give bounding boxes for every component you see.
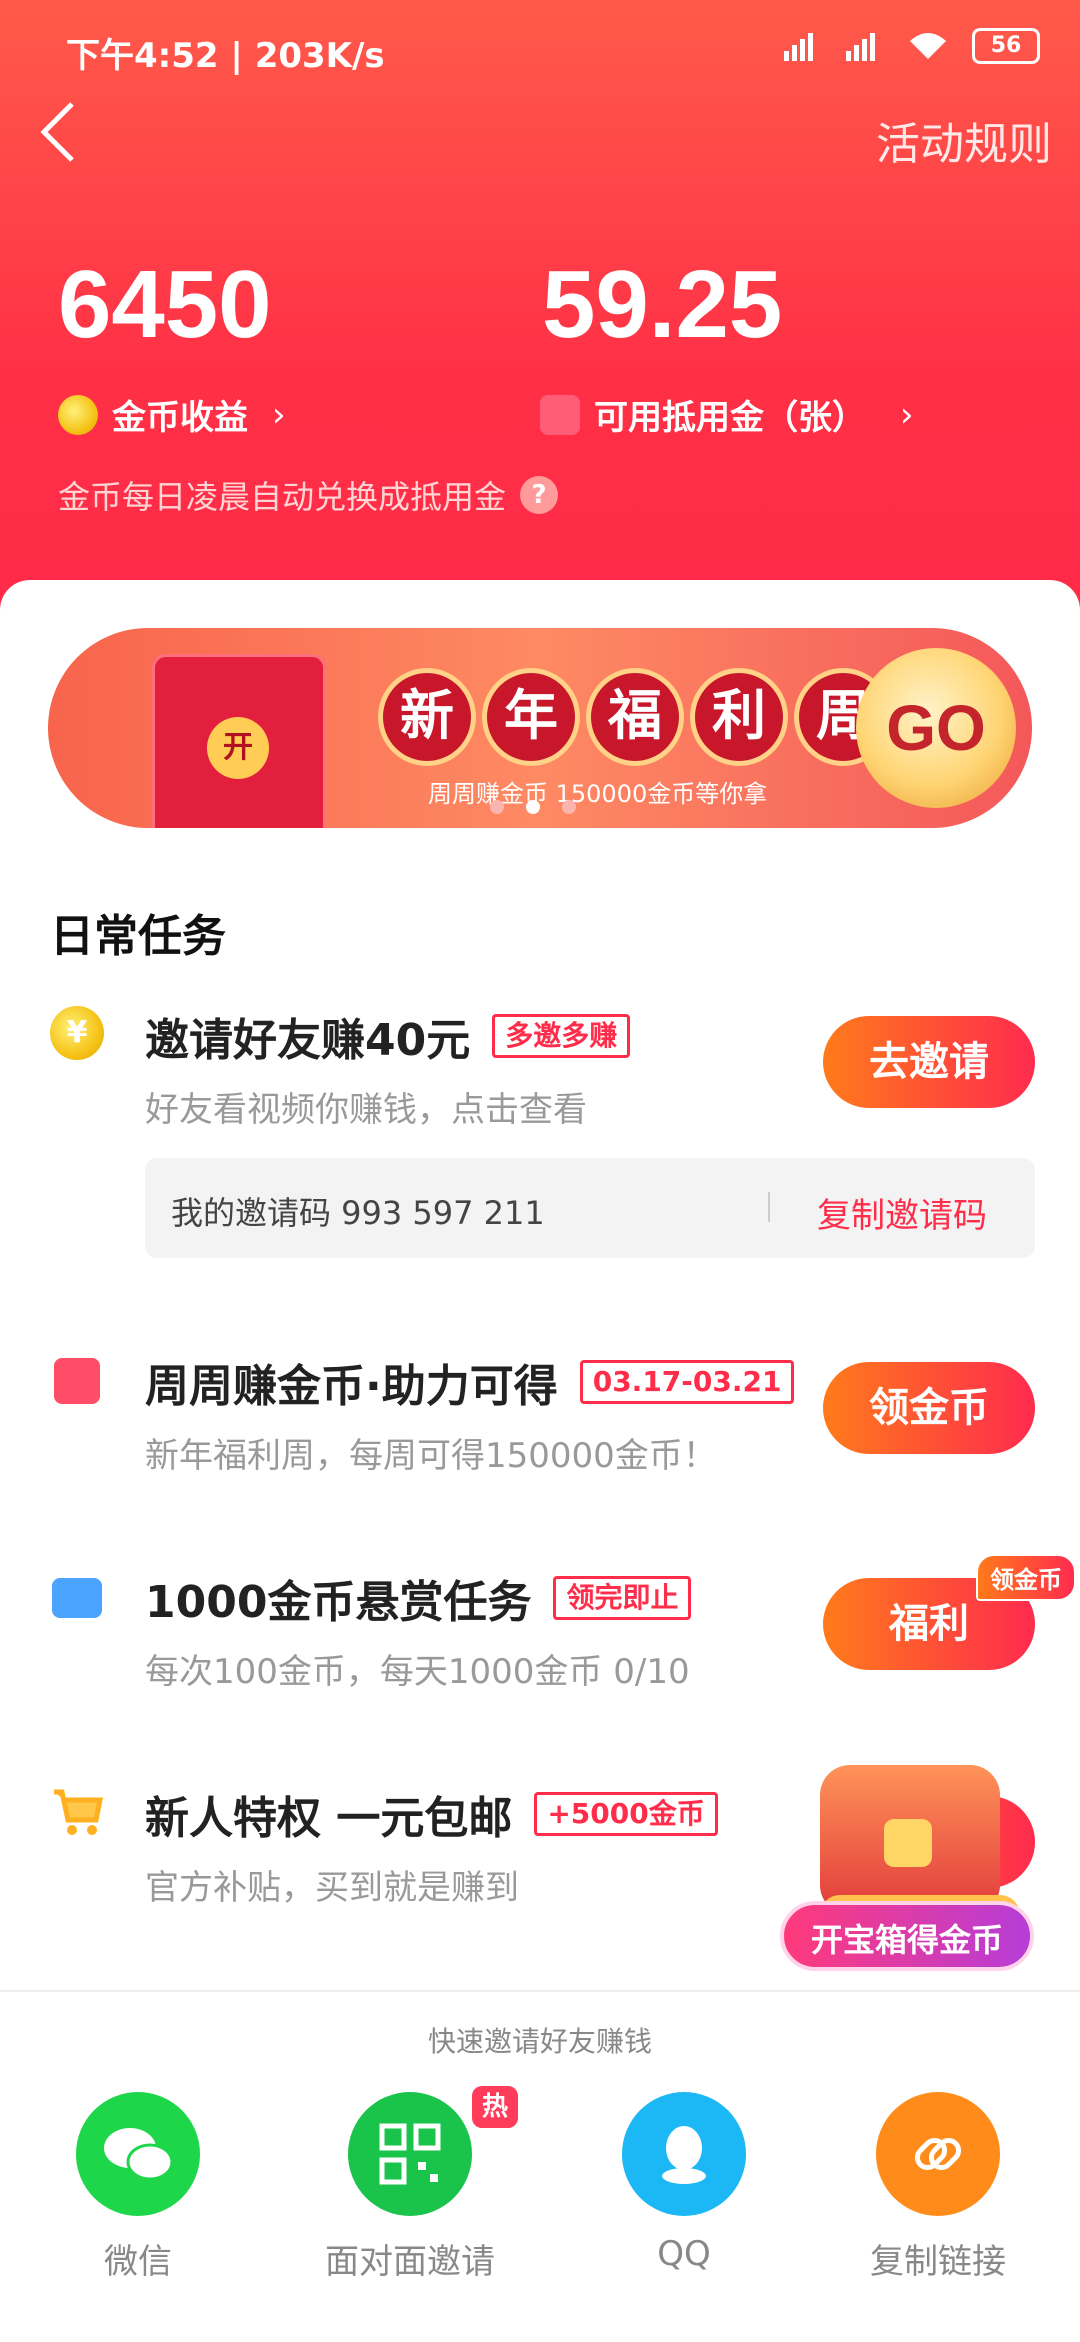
banner-char: 福 <box>586 668 684 766</box>
go-button[interactable]: GO <box>856 648 1016 808</box>
tv-icon <box>50 1568 104 1622</box>
claim-coins-button[interactable]: 领金币 <box>823 1362 1035 1454</box>
share-label: QQ <box>657 2234 711 2274</box>
share-label: 微信 <box>104 2242 172 2282</box>
share-wechat[interactable]: 微信 <box>38 2092 238 2283</box>
carousel-dot-active <box>526 800 540 814</box>
deduction-label: 可用抵用金（张） <box>594 398 866 438</box>
task-tag: 多邀多赚 <box>492 1014 631 1058</box>
share-qq[interactable]: QQ <box>584 2092 784 2274</box>
qr-code-icon: 热 <box>348 2086 518 2216</box>
banner-title: 新 年 福 利 周 <box>378 668 892 766</box>
status-time: 下午4:52 <box>66 36 219 76</box>
red-envelope-icon: 开 <box>152 654 326 828</box>
share-panel: 快速邀请好友赚钱 微信 热 面对面邀请 QQ 复制链接 <box>0 1990 1080 2342</box>
status-icons: 56 <box>782 28 1040 64</box>
task-title-text: 邀请好友赚40元 <box>145 1015 471 1066</box>
coin-yuan-icon: ¥ <box>50 1006 104 1060</box>
treasure-chest[interactable]: 开宝箱得金币 <box>780 1735 1040 1975</box>
status-speed: 203K/s <box>254 36 385 76</box>
task-subtitle[interactable]: 好友看视频你赚钱，点击查看 <box>145 1082 587 1131</box>
invite-code: 我的邀请码 993 597 211 <box>171 1194 545 1232</box>
coins-link[interactable]: 金币收益 › <box>58 390 286 439</box>
task-title: 新人特权 一元包邮 +5000金币 <box>145 1782 718 1846</box>
wechat-icon <box>76 2092 200 2216</box>
share-face-to-face[interactable]: 热 面对面邀请 <box>310 2086 518 2283</box>
deduction-value: 59.25 <box>542 251 783 358</box>
task-title: 周周赚金币·助力可得 03.17-03.21 <box>145 1350 795 1414</box>
hot-badge: 热 <box>472 2086 518 2128</box>
link-icon <box>876 2092 1000 2216</box>
share-label: 面对面邀请 <box>325 2242 495 2282</box>
carousel-dot <box>562 800 576 814</box>
exchange-note-text: 金币每日凌晨自动兑换成抵用金 <box>58 478 507 516</box>
ticket-icon <box>50 1354 104 1408</box>
help-icon[interactable]: ? <box>520 476 559 514</box>
qq-icon <box>622 2092 746 2216</box>
coins-label: 金币收益 <box>112 398 248 438</box>
cart-icon <box>50 1784 104 1838</box>
chest-lock-icon <box>884 1819 932 1867</box>
deduction-link[interactable]: 可用抵用金（张） › <box>540 390 914 439</box>
share-title: 快速邀请好友赚钱 <box>427 2025 652 2058</box>
chevron-right-icon: › <box>272 394 286 435</box>
section-title: 日常任务 <box>50 911 226 962</box>
task-subtitle: 新年福利周，每周可得150000金币！ <box>145 1436 717 1476</box>
banner-char: 年 <box>482 668 580 766</box>
rules-link[interactable]: 活动规则 <box>876 108 1052 172</box>
coin-icon <box>58 394 98 435</box>
wifi-icon <box>910 33 946 59</box>
coins-value: 6450 <box>58 251 272 358</box>
divider <box>768 1192 770 1222</box>
invite-button[interactable]: 去邀请 <box>823 1016 1035 1108</box>
exchange-note: 金币每日凌晨自动兑换成抵用金 ? <box>58 472 559 518</box>
signal-hd-icon <box>846 33 875 61</box>
back-icon[interactable] <box>38 100 78 164</box>
open-chest-label[interactable]: 开宝箱得金币 <box>780 1901 1034 1971</box>
new-year-banner[interactable]: 开 新 年 福 利 周 周周赚金币 150000金币等你拿 GO <box>48 628 1032 828</box>
envelope-seal: 开 <box>207 717 269 779</box>
status-bar: 下午4:52 | 203K/s <box>66 36 385 76</box>
task-title: 邀请好友赚40元 多邀多赚 <box>145 1004 631 1068</box>
banner-subtitle: 周周赚金币 150000金币等你拿 <box>428 780 768 808</box>
task-title-text: 1000金币悬赏任务 <box>145 1577 532 1628</box>
task-title-text: 周周赚金币·助力可得 <box>145 1361 558 1412</box>
task-subtitle: 官方补贴，买到就是赚到 <box>145 1868 519 1908</box>
claim-coins-badge: 领金币 <box>976 1554 1076 1601</box>
banner-char: 利 <box>690 668 788 766</box>
banner-char: 新 <box>378 668 476 766</box>
signal-icon <box>784 33 813 61</box>
carousel-dot <box>490 800 504 814</box>
header: 下午4:52 | 203K/s 56 活动规则 6450 59.25 金币收益 … <box>0 0 1080 620</box>
share-copy-link[interactable]: 复制链接 <box>838 2092 1038 2283</box>
task-tag: 领完即止 <box>553 1576 692 1620</box>
copy-invite-code-button[interactable]: 复制邀请码 <box>817 1188 987 1237</box>
battery-icon: 56 <box>972 28 1040 64</box>
share-label: 复制链接 <box>870 2242 1006 2282</box>
task-subtitle: 每次100金币，每天1000金币 0/10 <box>145 1652 690 1692</box>
task-tag: 03.17-03.21 <box>579 1360 795 1404</box>
task-title: 1000金币悬赏任务 领完即止 <box>145 1566 692 1630</box>
invite-code-box: 我的邀请码 993 597 211 复制邀请码 <box>145 1158 1035 1258</box>
carousel-dots <box>490 800 576 814</box>
task-tag: +5000金币 <box>534 1792 718 1836</box>
chevron-right-icon: › <box>900 394 914 435</box>
task-title-text: 新人特权 一元包邮 <box>145 1793 513 1844</box>
ticket-icon <box>540 394 580 435</box>
